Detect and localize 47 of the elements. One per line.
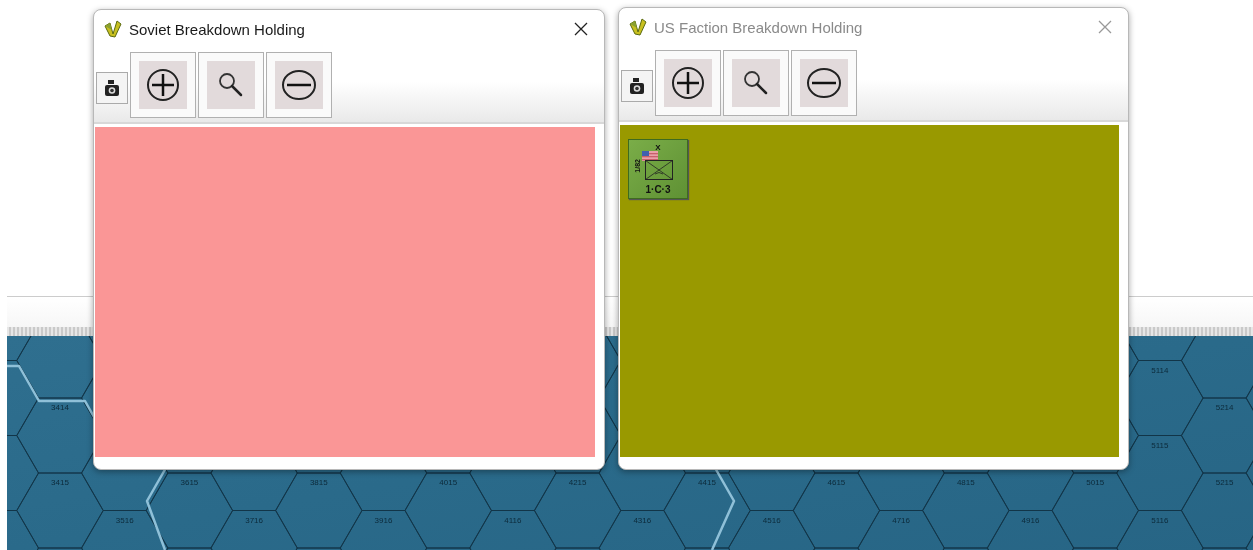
hex-number: 5215 xyxy=(1215,478,1234,487)
app-icon xyxy=(104,20,122,38)
hex-number: 4716 xyxy=(892,515,910,525)
flag-icon xyxy=(642,151,658,161)
hex-number: 4815 xyxy=(956,478,975,487)
zoom-in-icon xyxy=(145,67,181,103)
camera-icon xyxy=(104,79,120,97)
hex-number: 4116 xyxy=(504,515,522,525)
airborne-infantry-symbol xyxy=(645,160,673,180)
search-button[interactable] xyxy=(723,50,789,116)
hex-number: 3615 xyxy=(180,478,199,487)
zoom-out-button[interactable] xyxy=(266,52,332,118)
camera-icon xyxy=(629,77,645,95)
hex-number: 4916 xyxy=(1021,515,1040,525)
zoom-out-icon xyxy=(281,67,317,103)
camera-button[interactable] xyxy=(96,72,128,104)
zoom-out-icon xyxy=(806,65,842,101)
hex-number: 3916 xyxy=(374,515,393,525)
unit-values: 1·C·3 xyxy=(645,184,671,195)
hex-number: 3716 xyxy=(245,515,263,525)
close-icon xyxy=(574,22,588,36)
hex-number: 4316 xyxy=(633,515,652,525)
close-icon xyxy=(1098,20,1112,34)
window-title: Soviet Breakdown Holding xyxy=(129,20,306,38)
hex-number: 3815 xyxy=(309,478,328,487)
app-icon xyxy=(629,18,647,36)
hex-number: 4215 xyxy=(568,478,587,487)
hex-number: 3414 xyxy=(51,403,69,412)
hex-number: 4516 xyxy=(762,515,781,525)
camera-button[interactable] xyxy=(621,70,653,102)
search-button[interactable] xyxy=(198,52,264,118)
zoom-out-button[interactable] xyxy=(791,50,857,116)
unit-size-mark: X xyxy=(655,143,661,152)
window-title: US Faction Breakdown Holding xyxy=(654,18,864,36)
hex-number: 4015 xyxy=(439,478,458,487)
hex-number: 4415 xyxy=(698,478,716,487)
hex-number: 5015 xyxy=(1086,478,1105,487)
zoom-in-button[interactable] xyxy=(130,52,196,118)
zoom-in-button[interactable] xyxy=(655,50,721,116)
hex-number: 5114 xyxy=(1151,365,1169,375)
hex-number: 4615 xyxy=(827,478,846,487)
hex-number: 5115 xyxy=(1151,440,1169,450)
hex-number: 3415 xyxy=(51,478,69,487)
hex-number: 5214 xyxy=(1215,403,1234,412)
hex-number: 5116 xyxy=(1151,515,1169,525)
hex-number: 3516 xyxy=(115,515,134,525)
zoom-in-icon xyxy=(670,65,706,101)
